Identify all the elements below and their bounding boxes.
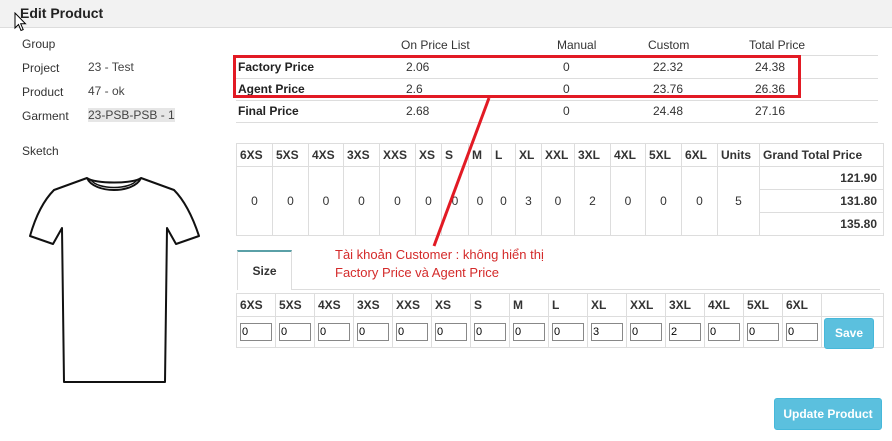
size-edit-inputs <box>236 316 884 348</box>
annotation-arrow-icon <box>432 97 491 247</box>
size-col-header: L <box>548 293 588 317</box>
annotation-line-2: Factory Price và Agent Price <box>335 265 500 280</box>
size-xs-input[interactable] <box>435 323 467 341</box>
size-col-header: XXL <box>626 293 666 317</box>
size-xxl-input[interactable] <box>630 323 662 341</box>
size-6xs-input[interactable] <box>240 323 272 341</box>
size-col-header: 6XS <box>236 293 276 317</box>
size-col-header: S <box>470 293 510 317</box>
size-edit-table: 6XS 5XS 4XS 3XS XXS XS S M L XL XXL 3XL … <box>236 293 884 348</box>
size-5xs-input[interactable] <box>279 323 311 341</box>
annotation-line-1: Tài khoản Customer : không hiển thị <box>335 247 544 262</box>
update-product-button[interactable]: Update Product <box>774 398 882 430</box>
size-col-header: 5XL <box>743 293 783 317</box>
size-edit-header: 6XS 5XS 4XS 3XS XXS XS S M L XL XXL 3XL … <box>236 293 884 317</box>
size-col-header: XL <box>587 293 627 317</box>
size-col-header: 5XS <box>275 293 315 317</box>
size-col-header: XS <box>431 293 471 317</box>
size-3xs-input[interactable] <box>357 323 389 341</box>
save-col-header <box>821 293 884 317</box>
size-l-input[interactable] <box>552 323 584 341</box>
size-6xl-input[interactable] <box>786 323 818 341</box>
size-col-header: 3XS <box>353 293 393 317</box>
size-col-header: M <box>509 293 549 317</box>
size-4xs-input[interactable] <box>318 323 350 341</box>
size-xxs-input[interactable] <box>396 323 428 341</box>
size-5xl-input[interactable] <box>747 323 779 341</box>
tab-size[interactable]: Size <box>237 250 292 290</box>
save-button[interactable]: Save <box>824 318 874 349</box>
size-s-input[interactable] <box>474 323 506 341</box>
size-col-header: XXS <box>392 293 432 317</box>
size-m-input[interactable] <box>513 323 545 341</box>
size-col-header: 4XL <box>704 293 744 317</box>
size-col-header: 4XS <box>314 293 354 317</box>
size-3xl-input[interactable] <box>669 323 701 341</box>
size-4xl-input[interactable] <box>708 323 740 341</box>
size-col-header: 3XL <box>665 293 705 317</box>
size-col-header: 6XL <box>782 293 822 317</box>
annotation-note: Tài khoản Customer : không hiển thị Fact… <box>335 246 544 282</box>
size-xl-input[interactable] <box>591 323 623 341</box>
tab-divider <box>292 289 880 290</box>
